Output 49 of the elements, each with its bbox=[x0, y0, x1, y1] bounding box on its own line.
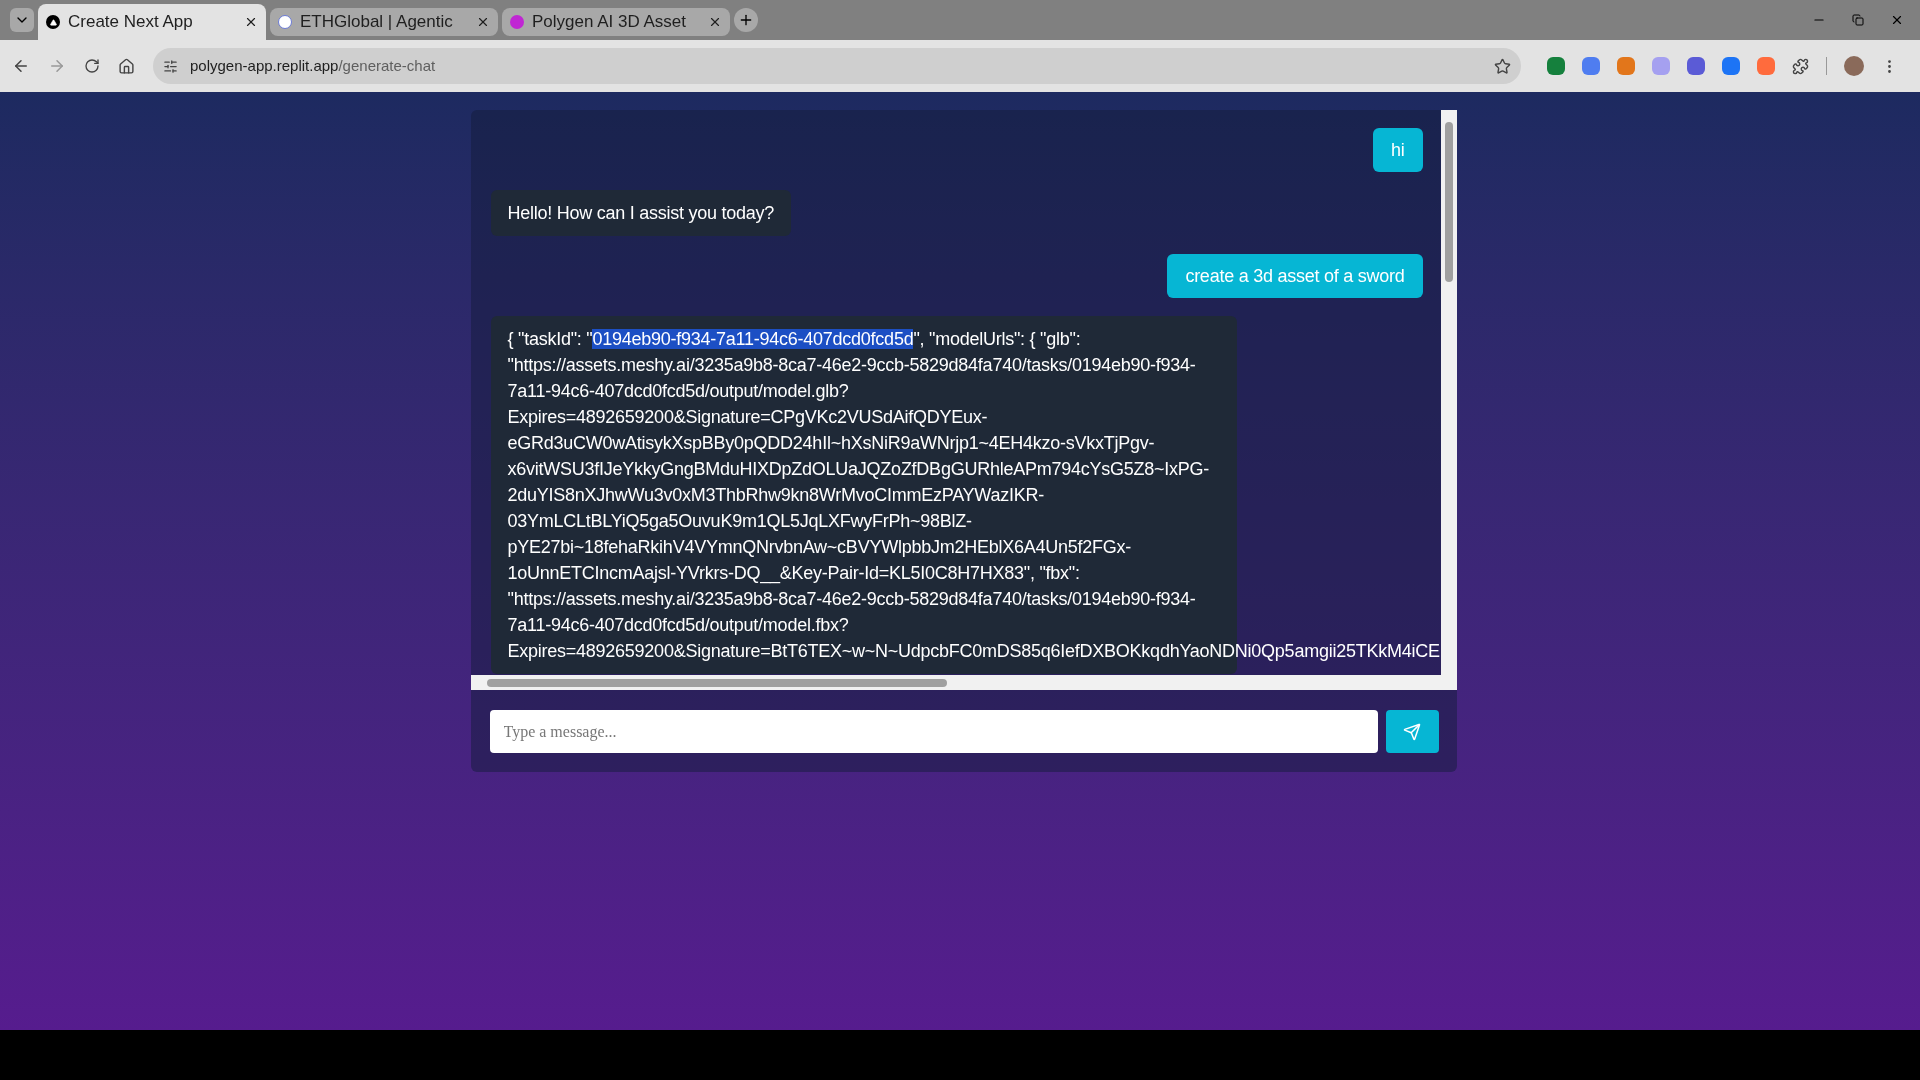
site-info-icon[interactable] bbox=[163, 58, 178, 74]
message-line: eGRd3uCW0wAtisykXspBBy0pQDD24hIl~hXsNiR9aWNrjp1~4EH4kzo-sVkxTjPgv- bbox=[507, 432, 1155, 455]
url-text: polygen-app.replit.app/generate-chat bbox=[190, 55, 437, 76]
browser-tab[interactable]: Polygen AI 3D Asset bbox=[502, 8, 730, 36]
restore-icon[interactable] bbox=[1852, 14, 1864, 26]
reload-icon[interactable] bbox=[84, 58, 100, 74]
send-button[interactable] bbox=[1385, 710, 1439, 753]
vertical-scrollbar[interactable] bbox=[1440, 110, 1457, 675]
message-line: 2duYIS8nXJhwWu3v0xM3ThbRhw9kn8WrMvoCImmEzPAYWazIKR- bbox=[507, 484, 1044, 507]
message-line: create a 3d asset of a sword bbox=[1185, 265, 1405, 288]
message-line: 7a11-94c6-407dcd0fcd5d/output/model.glb? bbox=[507, 380, 849, 403]
message-line: Expires=4892659200&Signature=BtT6TEX~w~N~UdpcbFC0mDS85q6IefDXBOKkqdhYaoNDNi0Qp5amgii25TKkM4iCE bbox=[507, 640, 1440, 663]
message-line: 1oUnnETCIncmAajsl-YVrkrs-DQ__&Key-Pair-Id=KL5I0C8H7HX83", "fbx": bbox=[507, 562, 1080, 586]
message-line: Expires=4892659200&Signature=CPgVKc2VUSdAifQDYEux- bbox=[507, 406, 988, 429]
tab-title: Create Next App bbox=[68, 11, 194, 34]
bookmark-star-icon[interactable] bbox=[1494, 57, 1511, 75]
message-input[interactable]: Type a message... bbox=[489, 710, 1378, 753]
message-line: hi bbox=[1391, 139, 1405, 162]
scrollbar-thumb[interactable] bbox=[1444, 122, 1453, 282]
tab-favicon-icon bbox=[278, 15, 292, 29]
tab-title: ETHGlobal | Agentic bbox=[300, 11, 454, 34]
close-tab-icon[interactable] bbox=[708, 15, 722, 29]
message-line: 03YmLCLtBLYiQ5ga5OuvuK9m1QL5JqLXFwyFrPh~98BlZ- bbox=[507, 510, 972, 533]
avatar[interactable] bbox=[1844, 56, 1864, 76]
scrollbar-thumb[interactable] bbox=[486, 678, 947, 687]
browser-tab[interactable]: Create Next App bbox=[38, 4, 266, 40]
horizontal-scrollbar[interactable] bbox=[470, 675, 1457, 690]
back-icon[interactable] bbox=[12, 57, 30, 75]
message-line: 7a11-94c6-407dcd0fcd5d/output/model.fbx? bbox=[507, 614, 849, 637]
message-line: pYE27bi~18fehaRkihV4VYmnQNrvbnAw~cBVYWlpbbJm2HEblX6A4Un5f2FGx- bbox=[507, 536, 1131, 559]
tab-title: Polygen AI 3D Asset bbox=[532, 11, 688, 34]
close-tab-icon[interactable] bbox=[244, 15, 258, 29]
tab-favicon-icon bbox=[46, 15, 60, 29]
message-line: { "taskId": "0194eb90-f934-7a11-94c6-407dcd0fcd5d", "modelUrls": { "glb": bbox=[507, 328, 1081, 351]
plus-icon bbox=[738, 12, 754, 28]
tab-search-button[interactable] bbox=[10, 8, 34, 32]
home-icon[interactable] bbox=[118, 57, 135, 75]
message-line: "https://assets.meshy.ai/3235a9b8-8ca7-46e2-9ccb-5829d84fa740/tasks/0194eb90-f934- bbox=[507, 588, 1196, 611]
message-line: Hello! How can I assist you today? bbox=[507, 202, 775, 225]
tab-favicon-icon bbox=[510, 15, 524, 29]
new-tab-button[interactable] bbox=[734, 8, 758, 32]
message-line: "https://assets.meshy.ai/3235a9b8-8ca7-46e2-9ccb-5829d84fa740/tasks/0194eb90-f934- bbox=[507, 354, 1196, 377]
close-window-icon[interactable] bbox=[1890, 13, 1904, 27]
browser-tab[interactable]: ETHGlobal | Agentic bbox=[270, 8, 498, 36]
message-line: x6vitWSU3fIJeYkkyGngBMduHIXDpZdOLUaJQZoZfDBgGURhleAPm794cYsG5Z8~IxPG- bbox=[507, 458, 1209, 481]
send-icon bbox=[1403, 722, 1421, 741]
address-bar[interactable]: polygen-app.replit.app/generate-chat bbox=[153, 48, 1521, 84]
extensions-icon[interactable] bbox=[1792, 57, 1809, 75]
close-tab-icon[interactable] bbox=[476, 15, 490, 29]
